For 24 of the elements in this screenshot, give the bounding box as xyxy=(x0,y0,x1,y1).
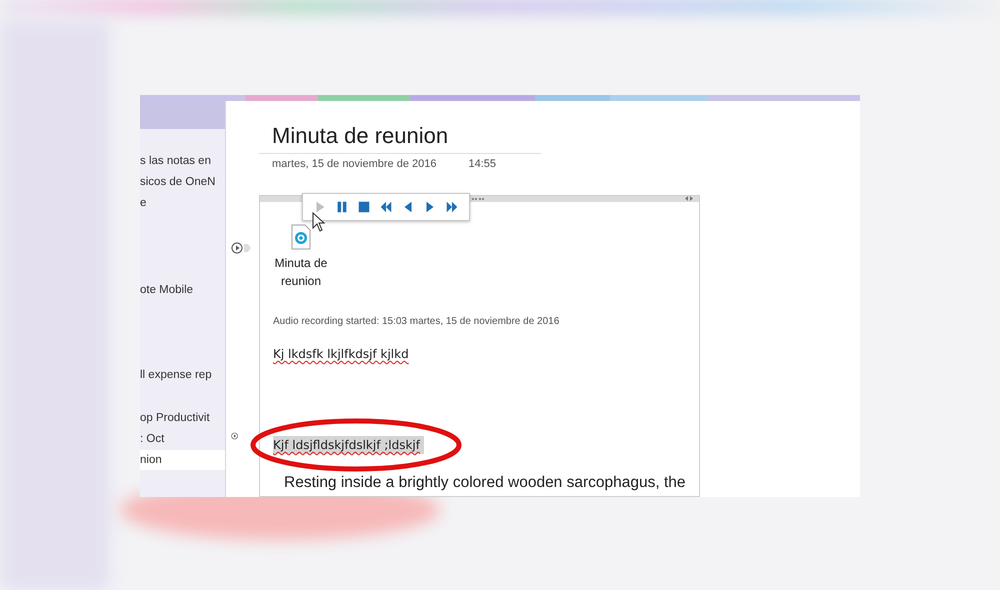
page-list-item[interactable]: ote Mobile xyxy=(140,280,225,300)
page-list-item[interactable]: : Oct xyxy=(140,429,225,449)
page-date: martes, 15 de noviembre de 2016 xyxy=(272,158,436,170)
attachment-label: Minuta de reunion xyxy=(274,255,328,290)
recording-timestamp: Audio recording started: 15:03 martes, 15 de noviembre de 2016 xyxy=(273,316,560,327)
pause-icon xyxy=(335,200,349,214)
page-list-item[interactable]: s las notas en xyxy=(140,151,225,171)
page-list-item[interactable]: ll expense rep xyxy=(140,365,225,385)
page-list-item[interactable]: nion xyxy=(140,450,225,470)
drag-handle-icon[interactable] xyxy=(472,198,484,202)
play-circle-icon[interactable] xyxy=(231,242,251,254)
page-title[interactable]: Minuta de reunion xyxy=(272,121,860,151)
page-list-item[interactable]: sicos de OneN xyxy=(140,172,225,192)
note-text: Kj lkdsfk lkjlfkdsjf kjlkd xyxy=(273,347,409,361)
forward-fast-icon xyxy=(445,200,459,214)
page-list-item[interactable]: e xyxy=(140,193,225,213)
page-time: 14:55 xyxy=(468,158,496,170)
audio-file-icon[interactable] xyxy=(291,224,311,250)
rewind-fast-icon xyxy=(379,200,393,214)
note-text: Kjf ldsjfldskjfdslkjf ;ldskjf xyxy=(273,436,424,454)
page-list-item[interactable]: op Productivit xyxy=(140,408,225,428)
body-paragraph: Resting inside a brightly colored wooden sarcophagus, the xyxy=(284,474,686,492)
resize-arrows-icon[interactable] xyxy=(685,196,693,201)
stop-icon xyxy=(357,200,371,214)
